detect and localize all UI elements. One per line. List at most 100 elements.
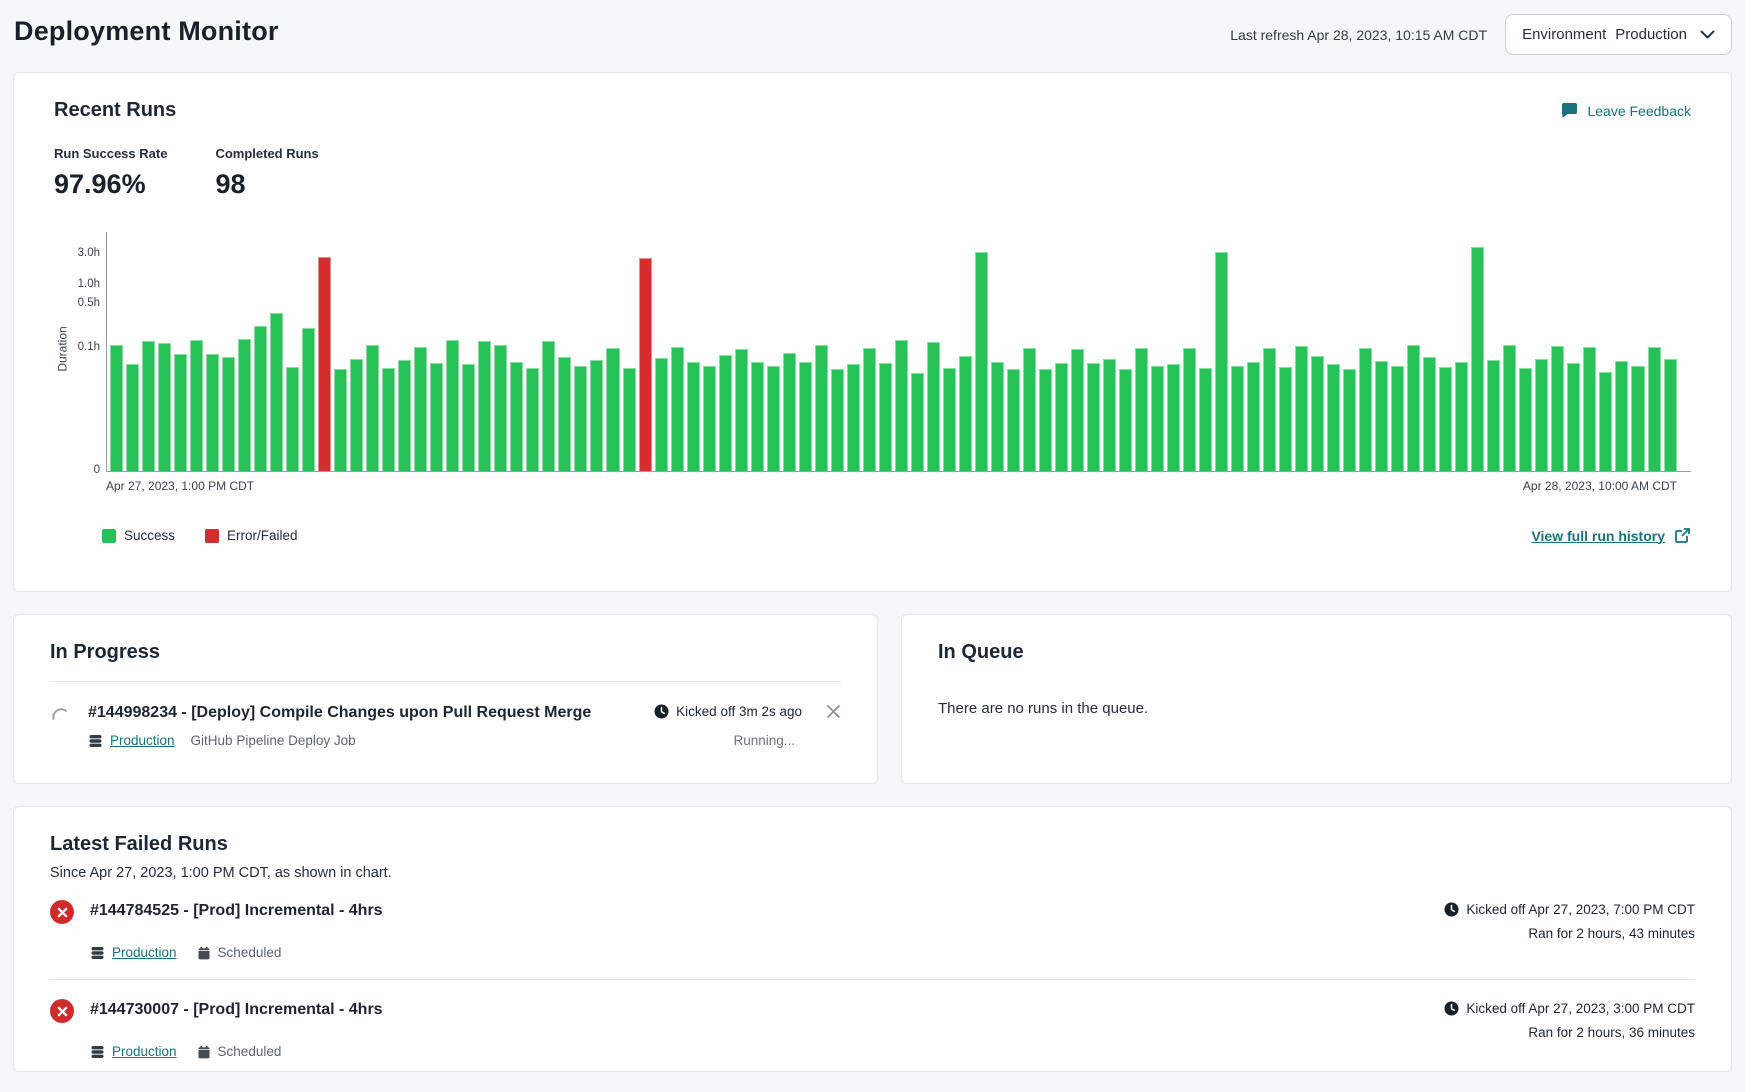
chart-bar-success[interactable] <box>254 326 267 471</box>
chart-bar-success[interactable] <box>350 359 363 471</box>
chart-bar-success[interactable] <box>1583 347 1596 471</box>
chart-bar-success[interactable] <box>1279 367 1292 471</box>
chart-bar-success[interactable] <box>815 345 828 471</box>
chart-bar-success[interactable] <box>1487 360 1500 471</box>
chart-bar-success[interactable] <box>190 340 203 471</box>
chart-bar-success[interactable] <box>526 368 539 471</box>
chart-bar-success[interactable] <box>959 356 972 471</box>
leave-feedback-link[interactable]: Leave Feedback <box>1560 102 1691 120</box>
chart-bar-success[interactable] <box>1023 348 1036 471</box>
chart-bar-success[interactable] <box>1135 348 1148 471</box>
chart-bar-failed[interactable] <box>639 258 652 471</box>
chart-bar-success[interactable] <box>1407 345 1420 471</box>
chart-bar-success[interactable] <box>783 353 796 471</box>
chart-bar-success[interactable] <box>1423 357 1436 471</box>
chart-bar-success[interactable] <box>1439 367 1452 471</box>
chart-bar-success[interactable] <box>1455 362 1468 471</box>
environment-dropdown[interactable]: Environment Production <box>1505 14 1732 55</box>
chart-bar-success[interactable] <box>831 369 844 471</box>
chart-bar-success[interactable] <box>687 362 700 471</box>
chart-bar-success[interactable] <box>1503 345 1516 471</box>
chart-bar-success[interactable] <box>1039 369 1052 471</box>
chart-bar-success[interactable] <box>879 363 892 471</box>
production-environment-link[interactable]: Production <box>90 945 177 960</box>
chart-bar-success[interactable] <box>943 368 956 471</box>
chart-bar-success[interactable] <box>671 347 684 471</box>
chart-bar-success[interactable] <box>462 364 475 471</box>
chart-bar-success[interactable] <box>1199 368 1212 471</box>
chart-bar-success[interactable] <box>430 363 443 471</box>
chart-bar-success[interactable] <box>1375 361 1388 471</box>
chart-bar-success[interactable] <box>1103 359 1116 471</box>
chart-bar-success[interactable] <box>895 340 908 471</box>
chart-bar-success[interactable] <box>478 341 491 471</box>
chart-bar-failed[interactable] <box>318 257 331 471</box>
chart-bar-success[interactable] <box>1295 346 1308 471</box>
chart-bar-success[interactable] <box>446 340 459 471</box>
chart-bar-success[interactable] <box>1648 347 1661 471</box>
chart-bar-success[interactable] <box>606 348 619 471</box>
chart-bar-success[interactable] <box>1247 362 1260 471</box>
chart-bar-success[interactable] <box>142 341 155 471</box>
chart-bar-success[interactable] <box>751 362 764 471</box>
production-environment-link[interactable]: Production <box>90 1044 177 1059</box>
chart-bar-success[interactable] <box>270 313 283 471</box>
chart-bar-success[interactable] <box>1119 369 1132 471</box>
chart-bar-success[interactable] <box>366 345 379 471</box>
chart-bar-success[interactable] <box>302 328 315 471</box>
chart-bar-success[interactable] <box>719 355 732 471</box>
chart-bar-success[interactable] <box>558 357 571 471</box>
chart-bar-success[interactable] <box>158 343 171 471</box>
chart-bar-success[interactable] <box>975 252 988 471</box>
chart-bar-success[interactable] <box>1615 361 1628 471</box>
chart-bar-success[interactable] <box>655 358 668 471</box>
chart-bar-success[interactable] <box>863 348 876 471</box>
chart-bar-success[interactable] <box>1327 364 1340 471</box>
chart-bar-success[interactable] <box>1359 348 1372 471</box>
chart-bar-success[interactable] <box>1535 359 1548 471</box>
chart-bar-success[interactable] <box>1055 363 1068 471</box>
chart-bar-success[interactable] <box>414 347 427 471</box>
chart-bar-success[interactable] <box>799 362 812 471</box>
chart-bar-success[interactable] <box>1471 247 1484 471</box>
chart-bar-success[interactable] <box>623 368 636 471</box>
chart-bar-success[interactable] <box>1263 348 1276 471</box>
chart-bar-success[interactable] <box>1311 356 1324 471</box>
chart-bar-success[interactable] <box>735 349 748 471</box>
chart-bar-success[interactable] <box>1231 366 1244 471</box>
chart-bar-success[interactable] <box>1151 366 1164 471</box>
chart-bar-success[interactable] <box>1631 366 1644 471</box>
chart-bar-success[interactable] <box>847 364 860 471</box>
chart-bar-success[interactable] <box>1599 372 1612 471</box>
chart-bar-success[interactable] <box>1567 363 1580 471</box>
chart-bar-success[interactable] <box>206 354 219 471</box>
chart-bar-success[interactable] <box>1551 346 1564 471</box>
chart-bar-success[interactable] <box>398 360 411 471</box>
chart-bar-success[interactable] <box>1087 363 1100 471</box>
chart-bar-success[interactable] <box>1664 359 1677 471</box>
chart-bar-success[interactable] <box>927 342 940 471</box>
view-full-run-history-link[interactable]: View full run history <box>1531 527 1691 544</box>
production-environment-link[interactable]: Production <box>88 733 175 748</box>
chart-bar-success[interactable] <box>110 345 123 471</box>
chart-bar-success[interactable] <box>991 362 1004 471</box>
chart-bar-success[interactable] <box>126 364 139 471</box>
chart-bar-success[interactable] <box>574 366 587 471</box>
chart-bar-success[interactable] <box>1343 369 1356 471</box>
chart-bar-success[interactable] <box>1519 368 1532 471</box>
chart-bar-success[interactable] <box>590 360 603 471</box>
chart-bar-success[interactable] <box>494 345 507 471</box>
chart-bar-success[interactable] <box>911 373 924 471</box>
chart-bar-success[interactable] <box>238 339 251 471</box>
chart-bar-success[interactable] <box>382 368 395 471</box>
chart-bar-success[interactable] <box>174 354 187 471</box>
chart-bar-success[interactable] <box>767 366 780 471</box>
chart-bar-success[interactable] <box>334 369 347 471</box>
chart-bar-success[interactable] <box>510 362 523 471</box>
chart-bar-success[interactable] <box>542 341 555 471</box>
chart-bar-success[interactable] <box>1007 369 1020 471</box>
close-icon[interactable] <box>826 704 841 719</box>
chart-bar-success[interactable] <box>1215 252 1228 471</box>
chart-bar-success[interactable] <box>1071 349 1084 471</box>
chart-bar-success[interactable] <box>1167 364 1180 471</box>
